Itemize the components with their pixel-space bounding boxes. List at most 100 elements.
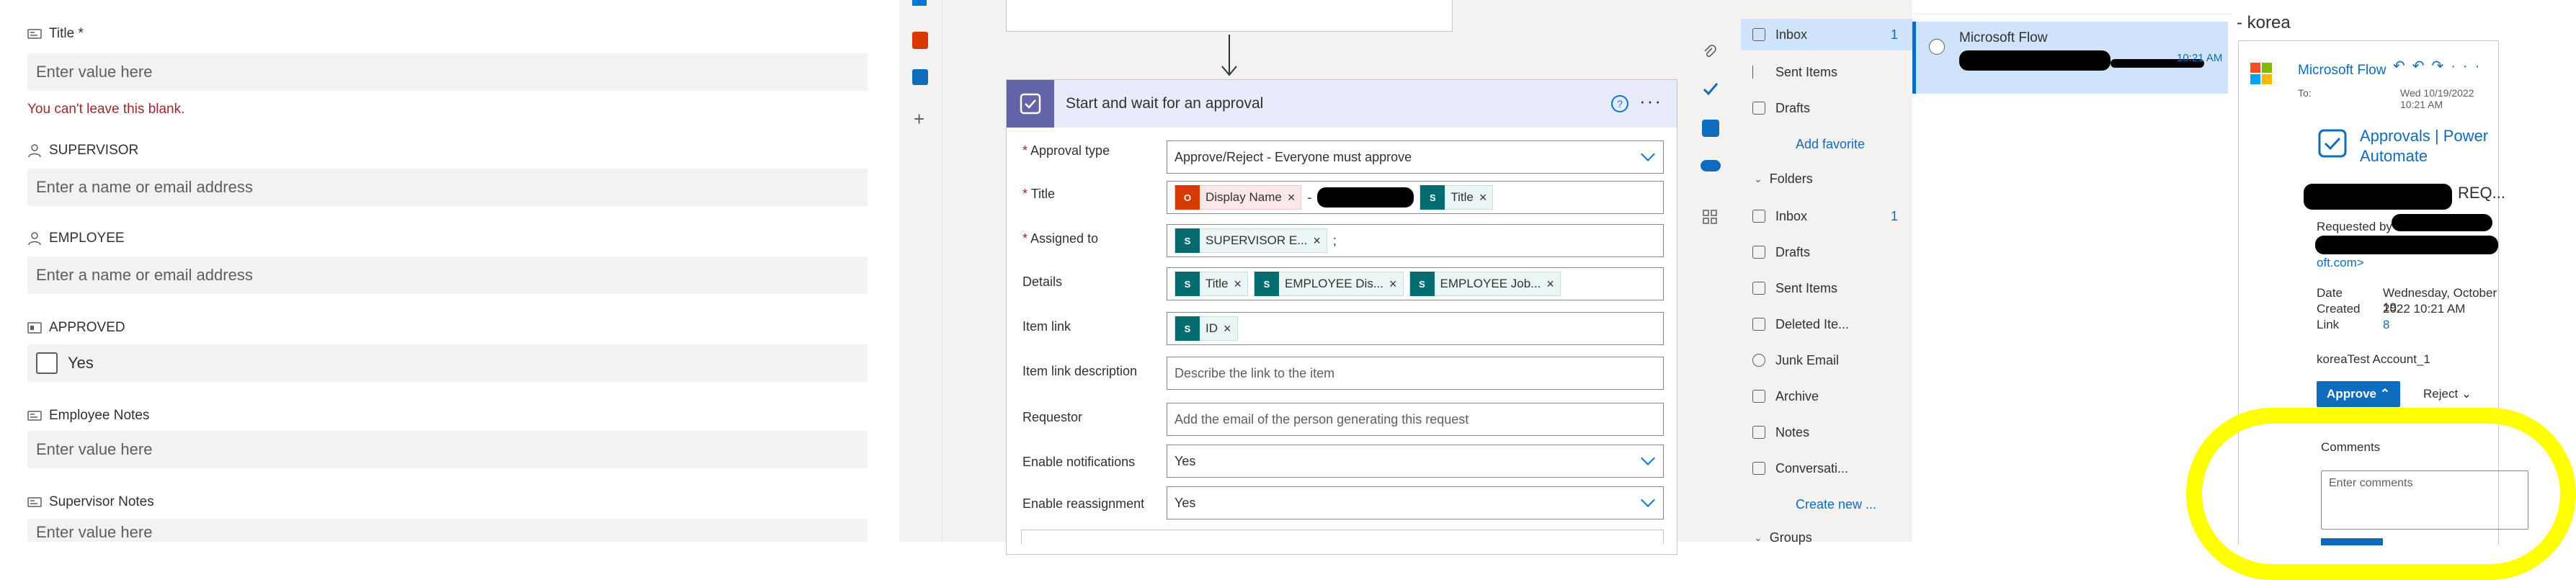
text-field-icon bbox=[27, 29, 42, 39]
folder-notes[interactable]: Notes bbox=[1741, 416, 1912, 448]
person-icon bbox=[28, 144, 41, 158]
folders-header[interactable]: ⌄ Folders bbox=[1754, 171, 1813, 187]
details-input[interactable]: S Title × S EMPLOYEE Dis... × S EMPLOYEE Job.… bbox=[1167, 267, 1664, 300]
requester-email[interactable]: oft.com> bbox=[2317, 256, 2364, 270]
approve-button[interactable]: Approve ⌃ bbox=[2317, 381, 2400, 407]
favorites-drafts[interactable]: Drafts bbox=[1741, 92, 1912, 124]
office-icon[interactable] bbox=[912, 32, 928, 49]
supervisor-email-token[interactable]: S SUPERVISOR E... × bbox=[1175, 228, 1327, 253]
inbox-icon bbox=[1752, 210, 1765, 223]
employee-notes-input[interactable]: Enter value here bbox=[27, 431, 868, 468]
folder-inbox[interactable]: Inbox 1 bbox=[1741, 200, 1912, 232]
title-row-label: * Title bbox=[1022, 187, 1056, 201]
sharepoint-token-icon: S bbox=[1420, 185, 1445, 210]
employee-input[interactable]: Enter a name or email address bbox=[27, 256, 868, 294]
reply-actions-icon[interactable]: ↶↶↷··· bbox=[2393, 57, 2487, 75]
details-title-token[interactable]: S Title × bbox=[1175, 272, 1249, 296]
remove-token-icon[interactable]: × bbox=[1479, 190, 1487, 205]
requestor-input[interactable]: Add the email of the person generating t… bbox=[1167, 403, 1664, 436]
approval-action-card: Start and wait for an approval ? ··· * A… bbox=[1006, 79, 1677, 555]
remove-token-icon[interactable]: × bbox=[1288, 190, 1296, 205]
assigned-to-input[interactable]: S SUPERVISOR E... × ; bbox=[1167, 224, 1664, 257]
supervisor-notes-input[interactable]: Enter value here bbox=[27, 519, 868, 542]
svg-text:?: ? bbox=[1617, 98, 1623, 110]
enable-reassignment-select[interactable]: Yes bbox=[1167, 486, 1664, 519]
folder-conversation-history[interactable]: Conversati... bbox=[1741, 452, 1912, 484]
remove-token-icon[interactable]: × bbox=[1313, 233, 1321, 249]
title-input[interactable]: Enter value here bbox=[27, 53, 868, 91]
account-name: koreaTest Account_1 bbox=[2317, 352, 2430, 366]
title-row-input[interactable]: O Display Name × - S Title × bbox=[1167, 181, 1664, 214]
sharepoint-token-icon: S bbox=[1254, 272, 1280, 296]
pencil-icon bbox=[1752, 246, 1765, 259]
approval-type-select[interactable]: Approve/Reject - Everyone must approve bbox=[1167, 140, 1664, 174]
approval-card-heading: Approvals | Power Automate bbox=[2360, 127, 2489, 165]
add-favorite-link[interactable]: Add favorite bbox=[1796, 137, 1865, 152]
item-link[interactable]: 8 bbox=[2383, 318, 2389, 332]
approval-type-label: * Approval type bbox=[1022, 143, 1110, 158]
remove-token-icon[interactable]: × bbox=[1224, 321, 1231, 336]
title-error-message: You can't leave this blank. bbox=[27, 102, 185, 117]
remove-token-icon[interactable]: × bbox=[1389, 277, 1397, 292]
outlook-icon[interactable] bbox=[1702, 120, 1719, 137]
microsoft-logo-icon bbox=[2250, 63, 2272, 84]
message-list-header bbox=[1912, 0, 2232, 14]
groups-header[interactable]: ⌄ Groups bbox=[1754, 530, 1812, 545]
remove-token-icon[interactable]: × bbox=[1234, 277, 1242, 292]
add-app-icon[interactable]: + bbox=[914, 108, 924, 130]
help-icon[interactable]: ? bbox=[1610, 94, 1629, 113]
pencil-icon bbox=[1752, 102, 1765, 115]
link-label: Link bbox=[2317, 318, 2340, 331]
app-icon-partial bbox=[912, 0, 927, 6]
enable-notifications-label: Enable notifications bbox=[1022, 455, 1136, 469]
connector-arrow-icon bbox=[1221, 35, 1237, 76]
supervisor-input[interactable]: Enter a name or email address bbox=[27, 169, 868, 206]
sharepoint-token-icon: S bbox=[1409, 272, 1435, 296]
favorites-inbox[interactable]: Inbox 1 bbox=[1741, 19, 1912, 50]
message-time: 10:21 AM bbox=[2177, 52, 2223, 64]
approval-card-title: Start and wait for an approval bbox=[1066, 95, 1264, 112]
display-name-token[interactable]: O Display Name × bbox=[1175, 185, 1302, 210]
onedrive-icon[interactable] bbox=[1701, 160, 1721, 171]
folder-sent-items[interactable]: Sent Items bbox=[1741, 272, 1912, 304]
date-created-value-2: 2022 10:21 AM bbox=[2383, 302, 2466, 316]
more-options-icon[interactable]: ··· bbox=[1639, 90, 1662, 112]
folder-drafts[interactable]: Drafts bbox=[1741, 236, 1912, 268]
requested-by-label: Requested by bbox=[2317, 220, 2392, 233]
apps-grid-icon[interactable] bbox=[1702, 209, 1718, 225]
message-item[interactable]: Microsoft Flow 10:21 AM bbox=[1912, 22, 2228, 94]
item-link-input[interactable]: S ID × bbox=[1167, 312, 1664, 345]
redacted-text bbox=[2304, 184, 2452, 210]
approvals-icon bbox=[1007, 80, 1054, 128]
folder-archive[interactable]: Archive bbox=[1741, 380, 1912, 412]
favorites-sent-items[interactable]: Sent Items bbox=[1741, 56, 1912, 88]
sharepoint-form-panel: Title * Enter value here You can't leave… bbox=[0, 0, 899, 580]
create-new-folder-link[interactable]: Create new ... bbox=[1796, 497, 1876, 512]
trash-icon bbox=[1752, 318, 1765, 331]
approved-checkbox-row[interactable]: Yes bbox=[27, 344, 868, 382]
todo-check-icon[interactable] bbox=[1702, 81, 1719, 97]
message-from[interactable]: Microsoft Flow bbox=[2298, 63, 2386, 79]
approval-card-header[interactable]: Start and wait for an approval ? ··· bbox=[1007, 80, 1677, 128]
select-message-radio[interactable] bbox=[1929, 39, 1945, 55]
employee-display-token[interactable]: S EMPLOYEE Dis... × bbox=[1254, 272, 1404, 296]
attachment-icon[interactable] bbox=[1702, 45, 1718, 61]
remove-token-icon[interactable]: × bbox=[1546, 277, 1554, 292]
title-token[interactable]: S Title × bbox=[1420, 185, 1494, 210]
approved-checkbox[interactable] bbox=[36, 352, 58, 374]
approvals-icon bbox=[2318, 129, 2347, 158]
chevron-down-icon bbox=[1641, 147, 1655, 161]
send-icon bbox=[1752, 66, 1765, 79]
item-link-description-input[interactable]: Describe the link to the item bbox=[1167, 357, 1664, 390]
advanced-options-row[interactable] bbox=[1021, 530, 1664, 544]
folder-deleted-items[interactable]: Deleted Ite... bbox=[1741, 308, 1912, 340]
previous-action-card[interactable] bbox=[1006, 0, 1453, 32]
supervisor-notes-label: Supervisor Notes bbox=[27, 494, 154, 510]
reject-button[interactable]: Reject ⌄ bbox=[2423, 387, 2472, 401]
id-token[interactable]: S ID × bbox=[1175, 316, 1238, 341]
folder-junk-email[interactable]: Junk Email bbox=[1741, 344, 1912, 376]
employee-job-token[interactable]: S EMPLOYEE Job... × bbox=[1409, 272, 1561, 296]
sharepoint-token-icon: S bbox=[1175, 272, 1200, 296]
enable-notifications-select[interactable]: Yes bbox=[1167, 445, 1664, 478]
outlook-icon[interactable] bbox=[912, 69, 928, 85]
